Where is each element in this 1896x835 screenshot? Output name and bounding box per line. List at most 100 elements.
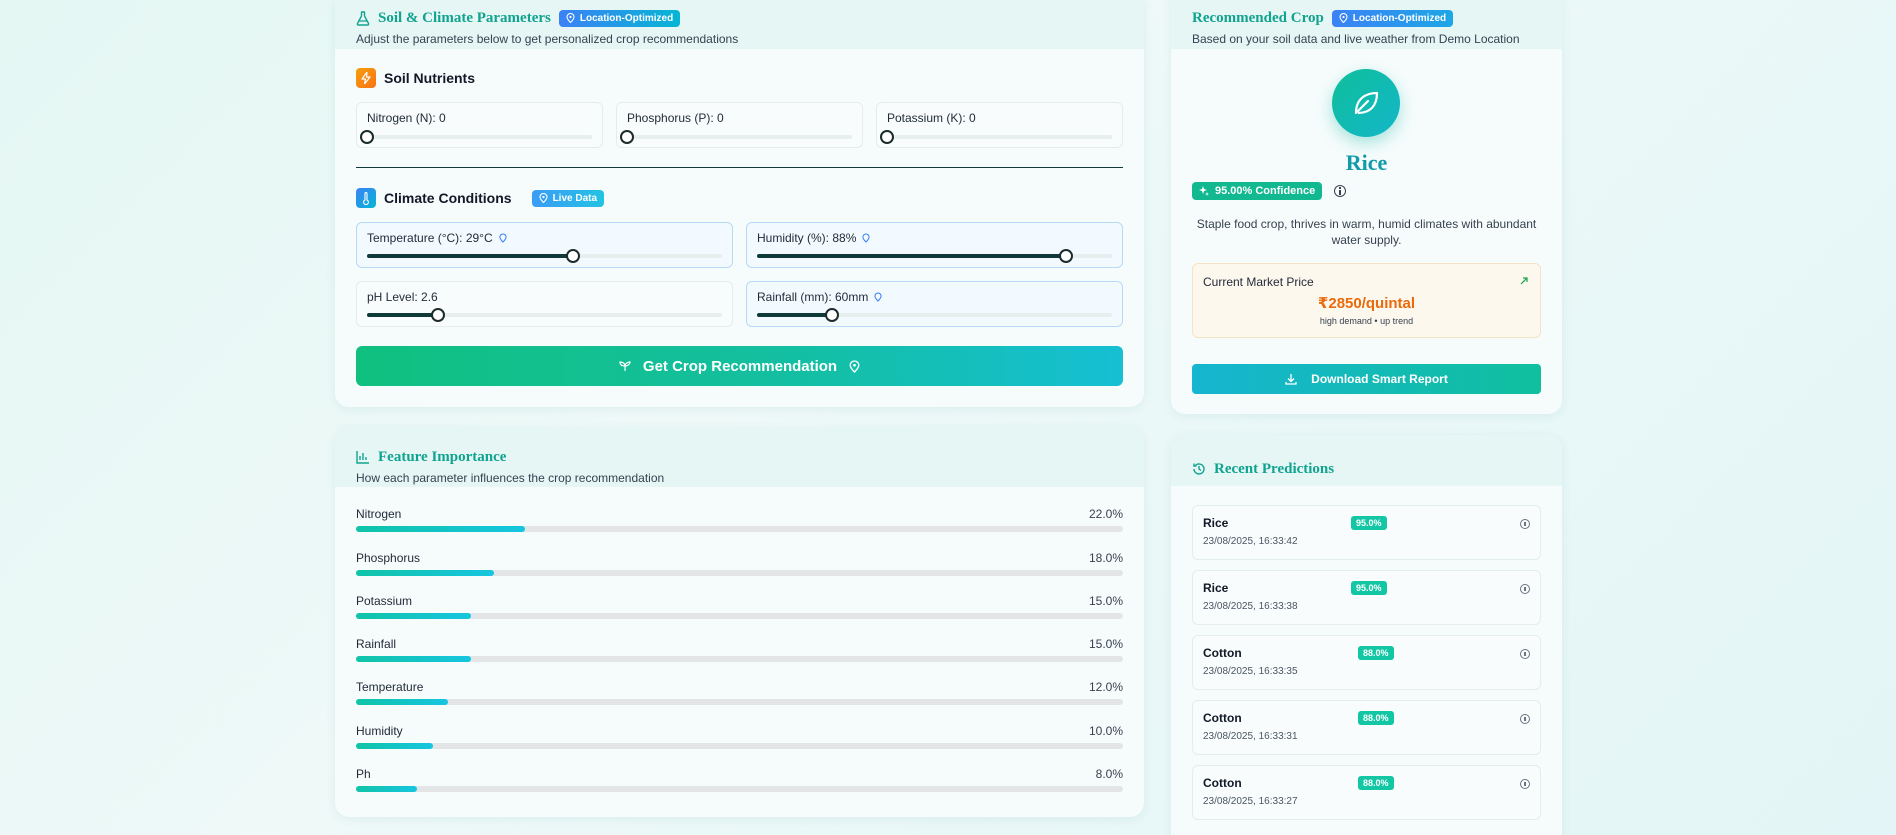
info-icon[interactable]	[1520, 584, 1530, 594]
crop-name: Rice	[1345, 150, 1388, 175]
feature-name: Rainfall	[356, 637, 397, 651]
temperature-slider-thumb[interactable]	[565, 249, 580, 263]
nitrogen-slider-box: Nitrogen (N): 0	[356, 102, 603, 148]
nitrogen-slider-thumb[interactable]	[360, 130, 374, 144]
phosphorus-label: Phosphorus (P): 0	[627, 111, 724, 125]
parameters-subtitle: Adjust the parameters below to get perso…	[356, 32, 739, 46]
location-optimized-badge: Location-Optimized	[1331, 9, 1454, 27]
feature-importance-row: Humidity 10.0%	[356, 724, 1123, 751]
rainfall-slider-thumb[interactable]	[824, 308, 839, 322]
recent-predictions-header: Recent Predictions	[1171, 435, 1562, 486]
feature-importance-header: Feature Importance How each parameter in…	[335, 427, 1144, 487]
potassium-slider-box: Potassium (K): 0	[876, 102, 1123, 148]
sprout-icon	[619, 361, 631, 371]
prediction-timestamp: 23/08/2025, 16:33:31	[1203, 731, 1298, 742]
crop-description: Staple food crop, thrives in warm, humid…	[1196, 217, 1537, 247]
feature-bar-track	[356, 786, 1123, 792]
prediction-confidence-badge: 95.0%	[1351, 516, 1387, 530]
humidity-slider[interactable]	[757, 249, 1112, 263]
recommendation-header: Recommended Crop Location-Optimized Base…	[1171, 0, 1562, 49]
info-icon[interactable]	[1520, 649, 1530, 659]
feature-importance-row: Temperature 12.0%	[356, 680, 1123, 707]
humidity-label-row: Humidity (%): 88%	[757, 231, 1112, 245]
feature-bar-fill	[356, 656, 472, 662]
recent-predictions-title: Recent Predictions	[1214, 460, 1335, 477]
soil-nutrients-title: Soil Nutrients	[384, 70, 476, 86]
recommendation-title: Recommended Crop	[1192, 9, 1324, 26]
rainfall-slider[interactable]	[757, 308, 1112, 322]
ph-slider[interactable]	[367, 308, 722, 322]
prediction-confidence-badge: 88.0%	[1358, 776, 1394, 790]
feature-importance-card: Feature Importance How each parameter in…	[335, 427, 1144, 817]
rainfall-slider-fill	[757, 313, 832, 317]
info-icon[interactable]	[1520, 779, 1530, 789]
map-pin-icon	[874, 292, 883, 302]
prediction-item[interactable]: Cotton 88.0% 23/08/2025, 16:33:35	[1192, 635, 1541, 690]
temperature-slider-box: Temperature (°C): 29°C	[356, 222, 733, 268]
prediction-confidence-badge: 88.0%	[1358, 646, 1394, 660]
feature-name: Humidity	[356, 724, 403, 738]
market-price-note: high demand • up trend	[1319, 316, 1414, 326]
prediction-item[interactable]: Cotton 88.0% 23/08/2025, 16:33:31	[1192, 700, 1541, 755]
feature-name: Phosphorus	[356, 551, 421, 565]
bar-chart-icon	[356, 450, 370, 464]
parameters-header: Soil & Climate Parameters Location-Optim…	[335, 0, 1144, 49]
temperature-slider[interactable]	[367, 249, 722, 263]
recommendation-card: Recommended Crop Location-Optimized Base…	[1171, 0, 1562, 414]
feature-importance-subtitle: How each parameter influences the crop r…	[356, 471, 665, 485]
feature-importance-row: Potassium 15.0%	[356, 594, 1123, 621]
download-report-button[interactable]: Download Smart Report	[1192, 364, 1541, 394]
recommendation-subtitle: Based on your soil data and live weather…	[1192, 32, 1520, 46]
prediction-crop: Cotton	[1203, 711, 1242, 725]
prediction-item[interactable]: Cotton 88.0% 23/08/2025, 16:33:27	[1192, 765, 1541, 820]
map-pin-icon	[862, 233, 871, 243]
info-icon[interactable]	[1334, 185, 1347, 197]
feature-importance-title: Feature Importance	[378, 448, 507, 465]
prediction-timestamp: 23/08/2025, 16:33:27	[1203, 796, 1298, 807]
get-recommendation-label: Get Crop Recommendation	[642, 357, 838, 375]
climate-title: Climate Conditions	[384, 190, 512, 206]
feature-name: Ph	[356, 767, 371, 781]
phosphorus-slider-thumb[interactable]	[620, 130, 634, 144]
feature-name: Potassium	[356, 594, 413, 608]
rainfall-label: Rainfall (mm): 60mm	[757, 290, 869, 304]
map-pin-icon	[498, 233, 507, 243]
feature-importance-row: Nitrogen 22.0%	[356, 507, 1123, 534]
get-recommendation-button[interactable]: Get Crop Recommendation	[356, 346, 1123, 386]
nitrogen-slider[interactable]	[360, 130, 592, 144]
prediction-confidence-badge: 95.0%	[1351, 581, 1387, 595]
map-pin-icon	[566, 13, 575, 23]
feature-percentage: 8.0%	[1095, 767, 1123, 781]
crop-avatar	[1332, 69, 1400, 137]
feature-bar-track	[356, 526, 1123, 532]
badge-label: Location-Optimized	[579, 12, 674, 24]
thermometer-icon	[356, 188, 376, 208]
feature-bar-fill	[356, 526, 525, 532]
live-data-badge: Live Data	[531, 189, 605, 207]
feature-bar-fill	[356, 613, 472, 619]
feature-bar-track	[356, 613, 1123, 619]
market-price-box: Current Market Price ₹2850/quintal high …	[1192, 263, 1541, 338]
humidity-slider-fill	[757, 254, 1066, 258]
potassium-slider[interactable]	[880, 130, 1112, 144]
temperature-label: Temperature (°C): 29°C	[367, 231, 493, 245]
info-icon[interactable]	[1520, 519, 1530, 529]
feature-name: Temperature	[356, 680, 424, 694]
prediction-timestamp: 23/08/2025, 16:33:35	[1203, 666, 1298, 677]
humidity-slider-thumb[interactable]	[1058, 249, 1073, 263]
info-icon[interactable]	[1520, 714, 1530, 724]
feature-name: Nitrogen	[356, 507, 402, 521]
phosphorus-slider[interactable]	[620, 130, 852, 144]
prediction-item[interactable]: Rice 95.0% 23/08/2025, 16:33:38	[1192, 570, 1541, 625]
humidity-label: Humidity (%): 88%	[757, 231, 857, 245]
feature-percentage: 15.0%	[1088, 594, 1123, 608]
feature-bar-track	[356, 699, 1123, 705]
climate-heading: Climate Conditions Live Data	[356, 188, 605, 208]
market-price-value: ₹2850/quintal	[1317, 295, 1416, 312]
feature-percentage: 10.0%	[1088, 724, 1123, 738]
ph-slider-thumb[interactable]	[431, 308, 445, 322]
feature-importance-row: Phosphorus 18.0%	[356, 551, 1123, 578]
potassium-slider-thumb[interactable]	[880, 130, 894, 144]
prediction-item[interactable]: Rice 95.0% 23/08/2025, 16:33:42	[1192, 505, 1541, 560]
feature-percentage: 22.0%	[1088, 507, 1123, 521]
